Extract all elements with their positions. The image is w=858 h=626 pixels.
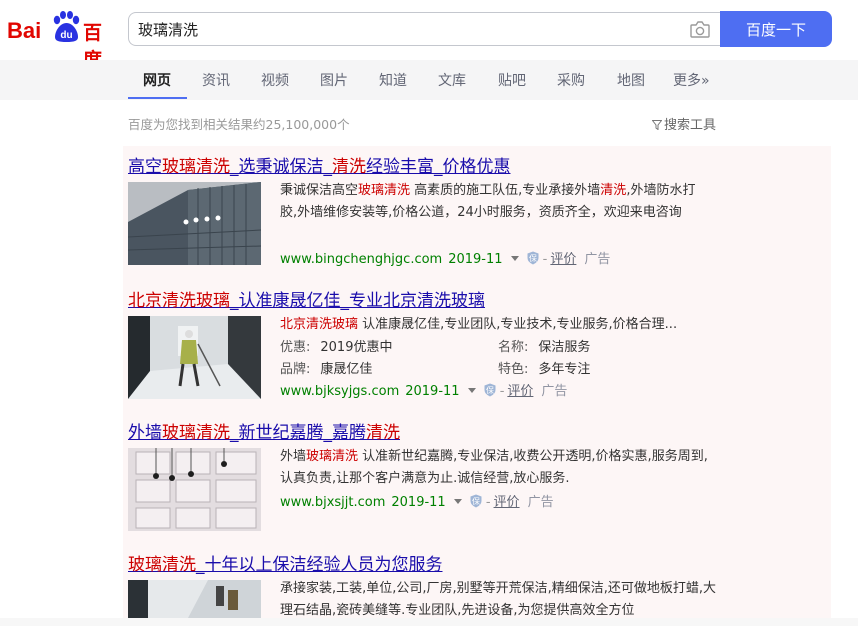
shield-icon[interactable]: 保 <box>484 383 496 397</box>
title-highlight: 玻璃清洗 <box>162 157 230 177</box>
result-url-1: www.bingchenghjgc.com 2019-11 保 - 评价 广告 <box>280 251 611 267</box>
rating-link[interactable]: 评价 <box>550 252 576 267</box>
field-brand: 品牌: 康晟亿佳 <box>280 362 373 377</box>
title-text: 经验丰富_价格优惠 <box>366 157 511 177</box>
result-thumbnail-4[interactable] <box>128 580 261 618</box>
logo-text-du: du <box>60 30 72 41</box>
title-highlight: 清洗 <box>332 157 366 177</box>
tab-images[interactable]: 图片 <box>320 70 348 90</box>
search-tools-button[interactable]: 搜索工具 <box>652 114 716 133</box>
tab-video[interactable]: 视频 <box>261 70 289 90</box>
search-tools-label: 搜索工具 <box>664 118 717 133</box>
nav-bar: 网页 资讯 视频 图片 知道 文库 贴吧 采购 地图 更多» <box>0 60 858 100</box>
field-feature: 特色: 多年专注 <box>498 362 591 377</box>
result-thumbnail-1[interactable] <box>128 182 261 265</box>
svg-text:保: 保 <box>486 385 494 395</box>
dropdown-arrow-icon[interactable] <box>453 499 462 504</box>
tab-more[interactable]: 更多» <box>673 70 710 90</box>
active-tab-underline <box>128 97 187 99</box>
title-text: 高空 <box>128 157 162 177</box>
field-offer: 优惠: 2019优惠中 <box>280 340 393 355</box>
title-text: _十年以上保洁经验人员为您服务 <box>196 555 443 575</box>
tab-news[interactable]: 资讯 <box>202 70 230 90</box>
result-url-text[interactable]: www.bingchenghjgc.com <box>280 252 442 267</box>
result-url-text[interactable]: www.bjksyjgs.com <box>280 384 399 399</box>
result-count: 百度为您找到相关结果约25,100,000个 <box>128 117 350 132</box>
result-url-2: www.bjksyjgs.com 2019-11 保 - 评价 广告 <box>280 383 568 399</box>
dropdown-arrow-icon[interactable] <box>510 256 519 261</box>
result-desc-4: 承接家装,工装,单位,公司,厂房,别墅等开荒保洁,精细保洁,还可做地板打蜡,大理… <box>280 581 717 618</box>
logo-text-bai: Bai <box>7 18 42 43</box>
dropdown-arrow-icon[interactable] <box>467 388 476 393</box>
ad-label: 广告 <box>541 384 568 399</box>
search-box <box>128 12 720 46</box>
tab-wenku[interactable]: 文库 <box>438 70 466 90</box>
title-highlight: 玻璃清洗 <box>128 555 196 575</box>
field-name: 名称: 保洁服务 <box>498 340 591 355</box>
result-desc-3: 外墙玻璃清洗 认准新世纪嘉腾,专业保洁,收费公开透明,价格实惠,服务周到,认真负… <box>280 449 708 486</box>
tab-tieba[interactable]: 贴吧 <box>498 70 526 90</box>
title-text: _认准康晟亿佳_专业北京清洗玻璃 <box>230 291 485 311</box>
tab-procurement[interactable]: 采购 <box>557 70 585 90</box>
title-text: 外墙 <box>128 423 162 443</box>
title-text: _选秉诚保洁_ <box>230 157 332 177</box>
ad-label: 广告 <box>584 252 611 267</box>
result-thumbnail-2[interactable] <box>128 316 261 399</box>
result-title-4[interactable]: 玻璃清洗_十年以上保洁经验人员为您服务 <box>128 550 443 575</box>
result-date: 2019-11 <box>391 495 446 510</box>
tab-zhidao[interactable]: 知道 <box>379 70 407 90</box>
bottom-scroll-area <box>0 618 858 626</box>
rating-link[interactable]: 评价 <box>507 384 533 399</box>
camera-icon[interactable] <box>689 20 711 39</box>
filter-icon <box>652 120 662 130</box>
title-highlight: 清洗 <box>366 423 400 443</box>
svg-text:保: 保 <box>472 496 480 506</box>
shield-icon[interactable]: 保 <box>470 494 482 508</box>
result-url-text[interactable]: www.bjxsjjt.com <box>280 495 385 510</box>
result-title-2[interactable]: 北京清洗玻璃_认准康晟亿佳_专业北京清洗玻璃 <box>128 286 485 311</box>
search-button[interactable]: 百度一下 <box>720 11 832 47</box>
rating-link[interactable]: 评价 <box>494 495 520 510</box>
tab-web[interactable]: 网页 <box>143 70 171 90</box>
title-highlight: 玻璃清洗 <box>162 423 230 443</box>
result-desc-2: 北京清洗玻璃 认准康晟亿佳,专业团队,专业技术,专业服务,价格合理... <box>280 317 678 332</box>
result-thumbnail-3[interactable] <box>128 448 261 531</box>
result-title-1[interactable]: 高空玻璃清洗_选秉诚保洁_清洗经验丰富_价格优惠 <box>128 152 511 177</box>
paw-icon: du <box>53 11 80 42</box>
header: Bai du 百度 百度一下 <box>0 0 858 71</box>
shield-icon[interactable]: 保 <box>527 251 539 265</box>
ad-label: 广告 <box>527 495 554 510</box>
result-title-3[interactable]: 外墙玻璃清洗_新世纪嘉腾_嘉腾清洗 <box>128 418 400 443</box>
result-date: 2019-11 <box>448 252 503 267</box>
baidu-logo[interactable]: Bai du 百度 <box>7 8 119 71</box>
result-desc-1: 秉诚保洁高空玻璃清洗 高素质的施工队伍,专业承接外墙清洗,外墙防水打胶,外墙维修… <box>280 183 696 220</box>
search-input[interactable] <box>138 18 678 40</box>
tab-map[interactable]: 地图 <box>617 70 645 90</box>
result-url-3: www.bjxsjjt.com 2019-11 保 - 评价 广告 <box>280 494 554 510</box>
result-date: 2019-11 <box>405 384 460 399</box>
title-highlight: 北京清洗玻璃 <box>128 291 230 311</box>
svg-text:保: 保 <box>529 253 537 263</box>
title-text: _新世纪嘉腾_嘉腾 <box>230 423 366 443</box>
